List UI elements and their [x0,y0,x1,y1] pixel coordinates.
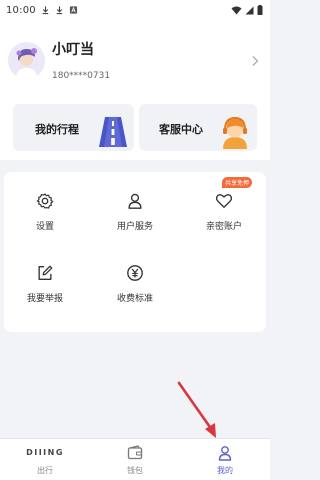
customer-service-label: 客服中心 [159,123,203,136]
user-icon [218,446,232,461]
menu-item-user-service[interactable]: 用户服务 [95,182,175,242]
bottom-tab-bar: DIIING 出行 钱包 我的 [0,438,270,480]
wallet-icon [127,445,143,460]
wifi-icon [231,6,242,14]
battery-icon [257,5,263,15]
diiing-logo: DIIING [26,448,64,457]
menu-item-report[interactable]: 我要举报 [5,254,85,314]
profile-header[interactable]: 小叮当 180****0731 [0,20,270,105]
edit-icon [38,265,53,280]
menu-card: 设置 用户服务 亲密账户 共享免押 我要举报 收费标准 [4,172,266,332]
avatar-illustration-icon [8,42,45,79]
menu-item-label: 用户服务 [116,222,153,232]
customer-service-icon [223,116,247,149]
menu-item-label: 设置 [35,222,54,232]
status-right [231,5,263,15]
heart-icon [215,194,233,208]
share-deposit-free-badge: 共享免押 [222,177,253,188]
gear-icon [36,193,54,209]
menu-item-family-account[interactable]: 亲密账户 [184,182,264,242]
tab-wallet[interactable]: 钱包 [90,439,180,480]
username: 小叮当 [52,42,94,58]
my-trips-label: 我的行程 [35,123,79,136]
tab-label: 出行 [37,466,53,475]
download-icon [56,6,63,15]
status-bar: 10:00 [0,0,270,20]
yuan-icon [127,265,143,281]
customer-service-button[interactable]: 客服中心 [139,104,257,151]
phone-number: 180****0731 [52,71,111,81]
status-time: 10:00 [6,4,36,16]
tab-label: 钱包 [127,466,143,475]
menu-item-label: 我要举报 [26,294,63,304]
tab-mine[interactable]: 我的 [180,439,270,480]
profile-section: 小叮当 180****0731 我的行程 客服中心 [0,20,270,160]
menu-item-pricing[interactable]: 收费标准 [95,254,175,314]
signal-icon [245,6,254,14]
menu-item-label: 亲密账户 [205,222,242,232]
tab-label: 我的 [217,466,233,475]
chevron-right-icon[interactable] [251,55,259,67]
my-trips-button[interactable]: 我的行程 [13,104,134,151]
road-icon [99,117,127,147]
avatar[interactable] [8,42,45,79]
user-icon [128,193,142,209]
download-icon [42,6,49,15]
menu-item-settings[interactable]: 设置 [5,182,85,242]
annotation-arrow-icon [177,381,216,438]
tab-travel[interactable]: DIIING 出行 [0,439,90,480]
notification-a-icon [69,6,77,14]
status-left: 10:00 [6,5,78,16]
menu-item-label: 收费标准 [116,294,153,304]
